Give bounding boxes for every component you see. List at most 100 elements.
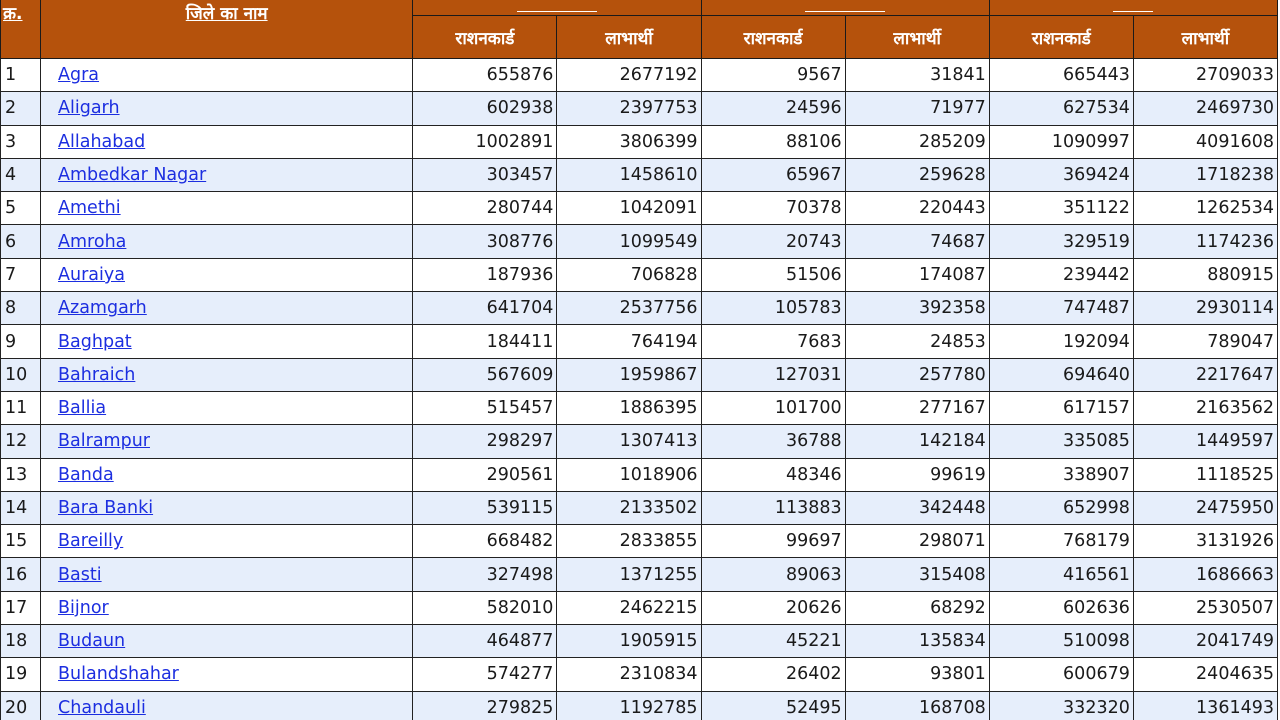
serial-number-cell: 15 bbox=[0, 524, 42, 559]
beneficiary-count-cell: 1886395 bbox=[556, 390, 702, 426]
group-header-1-link[interactable] bbox=[516, 11, 597, 12]
district-cell: Bara Banki bbox=[40, 490, 414, 526]
district-link[interactable]: Amroha bbox=[58, 232, 126, 252]
serial-number-cell: 10 bbox=[0, 357, 42, 392]
ration-card-count-cell: 99697 bbox=[700, 524, 846, 559]
ration-card-count-cell: 602938 bbox=[412, 91, 558, 126]
subheader-beneficiaries: लाभार्थी bbox=[556, 15, 702, 59]
ration-card-count-cell: 20743 bbox=[700, 224, 846, 259]
ration-card-count-cell: 45221 bbox=[700, 624, 846, 659]
district-link[interactable]: Balrampur bbox=[58, 431, 150, 451]
district-cell: Aligarh bbox=[40, 91, 414, 126]
district-link[interactable]: Ambedkar Nagar bbox=[58, 165, 206, 185]
subheader-ration-card: राशनकार्ड bbox=[412, 15, 558, 59]
district-link[interactable]: Auraiya bbox=[58, 265, 125, 285]
district-cell: Ballia bbox=[40, 390, 414, 426]
ration-card-count-cell: 668482 bbox=[412, 524, 558, 559]
district-cell: Balrampur bbox=[40, 424, 414, 459]
ration-card-count-cell: 303457 bbox=[412, 157, 558, 193]
district-link[interactable]: Banda bbox=[58, 465, 114, 485]
district-link[interactable]: Baghpat bbox=[58, 332, 132, 352]
subheader-beneficiaries: लाभार्थी bbox=[1132, 15, 1279, 59]
group-header-1[interactable] bbox=[412, 0, 702, 16]
district-link[interactable]: Aligarh bbox=[58, 98, 120, 118]
district-link[interactable]: Bulandshahar bbox=[58, 664, 179, 684]
district-cell: Bijnor bbox=[40, 590, 414, 626]
beneficiary-count-cell: 315408 bbox=[844, 557, 990, 592]
beneficiary-count-cell: 74687 bbox=[844, 224, 990, 259]
district-link[interactable]: Allahabad bbox=[58, 132, 145, 152]
beneficiary-count-cell: 3131926 bbox=[1132, 524, 1279, 559]
ration-card-count-cell: 48346 bbox=[700, 457, 846, 492]
group-header-3-link[interactable] bbox=[1113, 11, 1154, 12]
beneficiary-count-cell: 4091608 bbox=[1132, 124, 1279, 159]
beneficiary-count-cell: 1458610 bbox=[556, 157, 702, 193]
beneficiary-count-cell: 285209 bbox=[844, 124, 990, 159]
district-link[interactable]: Azamgarh bbox=[58, 298, 147, 318]
serial-number-cell: 6 bbox=[0, 224, 42, 259]
district-link[interactable]: Bara Banki bbox=[58, 498, 153, 518]
serial-number-cell: 9 bbox=[0, 324, 42, 359]
serial-number-cell: 7 bbox=[0, 257, 42, 293]
beneficiary-count-cell: 2930114 bbox=[1132, 291, 1279, 326]
beneficiary-count-cell: 1099549 bbox=[556, 224, 702, 259]
district-link[interactable]: Bareilly bbox=[58, 531, 123, 551]
district-cell: Azamgarh bbox=[40, 291, 414, 326]
ration-card-count-cell: 184411 bbox=[412, 324, 558, 359]
district-cell: Bulandshahar bbox=[40, 657, 414, 692]
ration-card-count-cell: 539115 bbox=[412, 490, 558, 526]
beneficiary-count-cell: 2462215 bbox=[556, 590, 702, 626]
ration-card-count-cell: 101700 bbox=[700, 390, 846, 426]
district-link[interactable]: Agra bbox=[58, 65, 99, 85]
serial-number-cell: 4 bbox=[0, 157, 42, 193]
district-link[interactable]: Budaun bbox=[58, 631, 125, 651]
ration-card-count-cell: 70378 bbox=[700, 191, 846, 226]
serial-header-label: क्र. bbox=[3, 4, 23, 24]
district-link[interactable]: Bijnor bbox=[58, 598, 109, 618]
beneficiary-count-cell: 2469730 bbox=[1132, 91, 1279, 126]
beneficiary-count-cell: 1905915 bbox=[556, 624, 702, 659]
group-header-3[interactable] bbox=[988, 0, 1279, 16]
ration-card-count-cell: 329519 bbox=[988, 224, 1134, 259]
district-cell: Ambedkar Nagar bbox=[40, 157, 414, 193]
beneficiary-count-cell: 880915 bbox=[1132, 257, 1279, 293]
ration-card-count-cell: 567609 bbox=[412, 357, 558, 392]
district-link[interactable]: Amethi bbox=[58, 198, 121, 218]
beneficiary-count-cell: 1174236 bbox=[1132, 224, 1279, 259]
table-row: 17 Bijnor 582010 2462215 20626 68292 602636 253… bbox=[0, 590, 1279, 626]
serial-number-cell: 3 bbox=[0, 124, 42, 159]
ration-card-count-cell: 416561 bbox=[988, 557, 1134, 592]
serial-number-cell: 5 bbox=[0, 191, 42, 226]
beneficiary-count-cell: 2404635 bbox=[1132, 657, 1279, 692]
group-header-2[interactable] bbox=[700, 0, 990, 16]
ration-card-count-cell: 747487 bbox=[988, 291, 1134, 326]
district-cell: Amroha bbox=[40, 224, 414, 259]
beneficiary-count-cell: 1449597 bbox=[1132, 424, 1279, 459]
table-row: 18 Budaun 464877 1905915 45221 135834 510098 20… bbox=[0, 624, 1279, 659]
ration-card-count-cell: 192094 bbox=[988, 324, 1134, 359]
ration-card-count-cell: 7683 bbox=[700, 324, 846, 359]
table-body: 1 Agra 655876 2677192 9567 31841 665443 2709033… bbox=[0, 57, 1279, 720]
ration-card-count-cell: 24596 bbox=[700, 91, 846, 126]
ration-card-count-cell: 26402 bbox=[700, 657, 846, 692]
ration-card-count-cell: 641704 bbox=[412, 291, 558, 326]
district-header: जिले का नाम bbox=[40, 0, 414, 59]
beneficiary-count-cell: 1959867 bbox=[556, 357, 702, 392]
district-link[interactable]: Ballia bbox=[58, 398, 106, 418]
ration-card-count-cell: 338907 bbox=[988, 457, 1134, 492]
district-cell: Bahraich bbox=[40, 357, 414, 392]
district-link[interactable]: Basti bbox=[58, 565, 102, 585]
district-cell: Basti bbox=[40, 557, 414, 592]
beneficiary-count-cell: 2530507 bbox=[1132, 590, 1279, 626]
beneficiary-count-cell: 1371255 bbox=[556, 557, 702, 592]
district-cell: Amethi bbox=[40, 191, 414, 226]
ration-card-count-cell: 351122 bbox=[988, 191, 1134, 226]
ration-card-count-cell: 65967 bbox=[700, 157, 846, 193]
beneficiary-count-cell: 789047 bbox=[1132, 324, 1279, 359]
ration-card-count-cell: 20626 bbox=[700, 590, 846, 626]
group-header-2-link[interactable] bbox=[805, 11, 886, 12]
district-link[interactable]: Chandauli bbox=[58, 698, 146, 718]
district-link[interactable]: Bahraich bbox=[58, 365, 135, 385]
ration-card-count-cell: 602636 bbox=[988, 590, 1134, 626]
beneficiary-count-cell: 2133502 bbox=[556, 490, 702, 526]
